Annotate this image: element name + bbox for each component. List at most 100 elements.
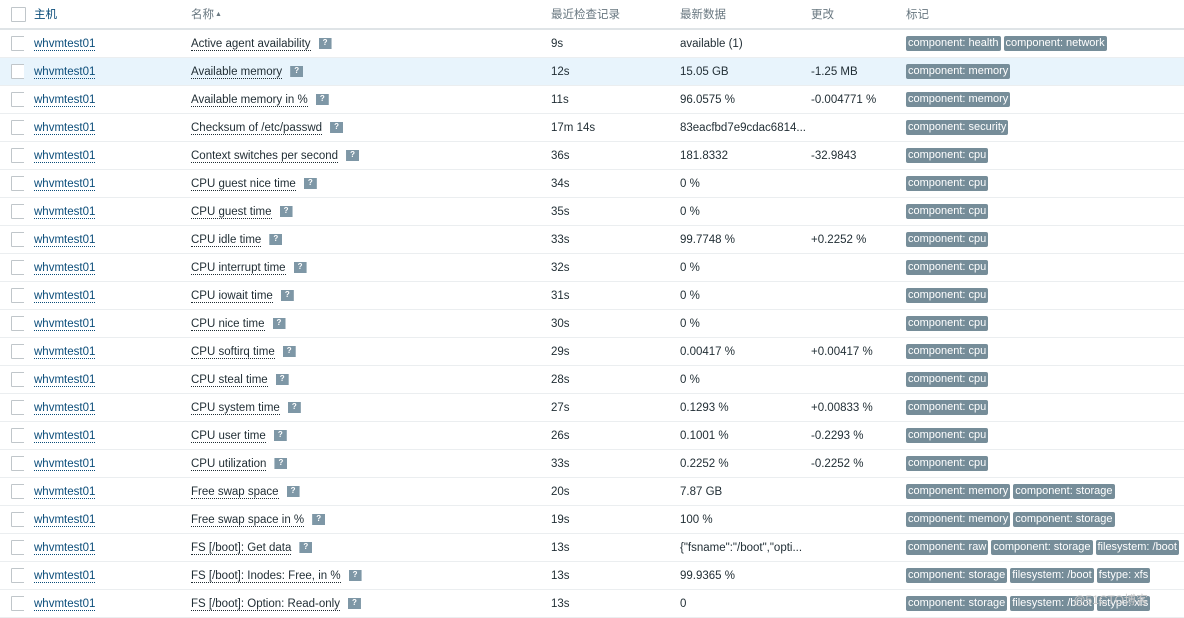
- header-name[interactable]: 名称: [191, 9, 214, 21]
- item-name-link[interactable]: FS [/boot]: Option: Read-only: [191, 598, 340, 611]
- help-hint-icon[interactable]: ?: [346, 150, 359, 161]
- tag-badge[interactable]: component: network: [1004, 36, 1107, 51]
- tag-badge[interactable]: component: storage: [906, 568, 1007, 583]
- host-link[interactable]: whvmtest01: [34, 38, 95, 51]
- item-name-link[interactable]: Free swap space: [191, 486, 279, 499]
- tag-badge[interactable]: component: memory: [906, 92, 1010, 107]
- item-name-link[interactable]: CPU softirq time: [191, 346, 275, 359]
- host-link[interactable]: whvmtest01: [34, 542, 95, 555]
- host-link[interactable]: whvmtest01: [34, 206, 95, 219]
- item-name-link[interactable]: FS [/boot]: Inodes: Free, in %: [191, 570, 341, 583]
- item-name-link[interactable]: Checksum of /etc/passwd: [191, 122, 322, 135]
- tag-badge[interactable]: fstype: xfs: [1097, 568, 1151, 583]
- tag-badge[interactable]: component: cpu: [906, 232, 988, 247]
- row-checkbox[interactable]: [11, 540, 24, 555]
- row-checkbox[interactable]: [11, 260, 24, 275]
- row-checkbox[interactable]: [11, 288, 24, 303]
- host-link[interactable]: whvmtest01: [34, 122, 95, 135]
- row-checkbox[interactable]: [11, 92, 24, 107]
- row-checkbox[interactable]: [11, 428, 24, 443]
- tag-badge[interactable]: component: cpu: [906, 428, 988, 443]
- tag-badge[interactable]: component: cpu: [906, 344, 988, 359]
- row-checkbox[interactable]: [11, 316, 24, 331]
- item-name-link[interactable]: FS [/boot]: Get data: [191, 542, 291, 555]
- help-hint-icon[interactable]: ?: [276, 374, 289, 385]
- host-link[interactable]: whvmtest01: [34, 290, 95, 303]
- row-checkbox[interactable]: [11, 596, 24, 611]
- tag-badge[interactable]: component: cpu: [906, 260, 988, 275]
- help-hint-icon[interactable]: ?: [274, 458, 287, 469]
- help-hint-icon[interactable]: ?: [299, 542, 312, 553]
- tag-badge[interactable]: component: cpu: [906, 456, 988, 471]
- help-hint-icon[interactable]: ?: [287, 486, 300, 497]
- help-hint-icon[interactable]: ?: [316, 94, 329, 105]
- row-checkbox[interactable]: [11, 484, 24, 499]
- host-link[interactable]: whvmtest01: [34, 486, 95, 499]
- tag-badge[interactable]: component: memory: [906, 64, 1010, 79]
- row-checkbox[interactable]: [11, 372, 24, 387]
- tag-badge[interactable]: component: security: [906, 120, 1008, 135]
- tag-badge[interactable]: component: storage: [1013, 484, 1114, 499]
- help-hint-icon[interactable]: ?: [283, 346, 296, 357]
- host-link[interactable]: whvmtest01: [34, 178, 95, 191]
- row-checkbox[interactable]: [11, 64, 24, 79]
- item-name-link[interactable]: CPU iowait time: [191, 290, 273, 303]
- row-checkbox[interactable]: [11, 120, 24, 135]
- item-name-link[interactable]: CPU nice time: [191, 318, 265, 331]
- host-link[interactable]: whvmtest01: [34, 346, 95, 359]
- host-link[interactable]: whvmtest01: [34, 514, 95, 527]
- item-name-link[interactable]: CPU system time: [191, 402, 280, 415]
- help-hint-icon[interactable]: ?: [280, 206, 293, 217]
- tag-badge[interactable]: filesystem: /boot: [1096, 540, 1179, 555]
- item-name-link[interactable]: CPU utilization: [191, 458, 266, 471]
- host-link[interactable]: whvmtest01: [34, 318, 95, 331]
- row-checkbox[interactable]: [11, 232, 24, 247]
- row-checkbox[interactable]: [11, 176, 24, 191]
- host-link[interactable]: whvmtest01: [34, 66, 95, 79]
- row-checkbox[interactable]: [11, 148, 24, 163]
- tag-badge[interactable]: component: storage: [991, 540, 1092, 555]
- help-hint-icon[interactable]: ?: [288, 402, 301, 413]
- help-hint-icon[interactable]: ?: [281, 290, 294, 301]
- help-hint-icon[interactable]: ?: [330, 122, 343, 133]
- select-all-cell[interactable]: [0, 0, 24, 29]
- tag-badge[interactable]: component: cpu: [906, 316, 988, 331]
- item-name-link[interactable]: CPU steal time: [191, 374, 268, 387]
- item-name-link[interactable]: Active agent availability: [191, 38, 311, 51]
- row-checkbox[interactable]: [11, 344, 24, 359]
- host-link[interactable]: whvmtest01: [34, 374, 95, 387]
- header-host[interactable]: 主机: [34, 9, 57, 21]
- row-checkbox[interactable]: [11, 568, 24, 583]
- tag-badge[interactable]: component: cpu: [906, 148, 988, 163]
- item-name-link[interactable]: CPU guest time: [191, 206, 272, 219]
- help-hint-icon[interactable]: ?: [348, 598, 361, 609]
- host-link[interactable]: whvmtest01: [34, 262, 95, 275]
- tag-badge[interactable]: component: memory: [906, 512, 1010, 527]
- item-name-link[interactable]: Available memory: [191, 66, 282, 79]
- host-link[interactable]: whvmtest01: [34, 430, 95, 443]
- item-name-link[interactable]: CPU user time: [191, 430, 266, 443]
- row-checkbox[interactable]: [11, 36, 24, 51]
- item-name-link[interactable]: CPU guest nice time: [191, 178, 296, 191]
- tag-badge[interactable]: component: cpu: [906, 288, 988, 303]
- tag-badge[interactable]: component: memory: [906, 484, 1010, 499]
- item-name-link[interactable]: Available memory in %: [191, 94, 308, 107]
- host-link[interactable]: whvmtest01: [34, 150, 95, 163]
- host-link[interactable]: whvmtest01: [34, 458, 95, 471]
- tag-badge[interactable]: component: cpu: [906, 372, 988, 387]
- host-link[interactable]: whvmtest01: [34, 598, 95, 611]
- host-link[interactable]: whvmtest01: [34, 234, 95, 247]
- help-hint-icon[interactable]: ?: [319, 38, 332, 49]
- tag-badge[interactable]: component: cpu: [906, 176, 988, 191]
- row-checkbox[interactable]: [11, 204, 24, 219]
- host-link[interactable]: whvmtest01: [34, 94, 95, 107]
- help-hint-icon[interactable]: ?: [349, 570, 362, 581]
- help-hint-icon[interactable]: ?: [290, 66, 303, 77]
- tag-badge[interactable]: component: raw: [906, 540, 988, 555]
- item-name-link[interactable]: Context switches per second: [191, 150, 338, 163]
- host-link[interactable]: whvmtest01: [34, 402, 95, 415]
- tag-badge[interactable]: component: cpu: [906, 400, 988, 415]
- select-all-checkbox[interactable]: [11, 7, 26, 22]
- tag-badge[interactable]: filesystem: /boot: [1010, 568, 1093, 583]
- row-checkbox[interactable]: [11, 400, 24, 415]
